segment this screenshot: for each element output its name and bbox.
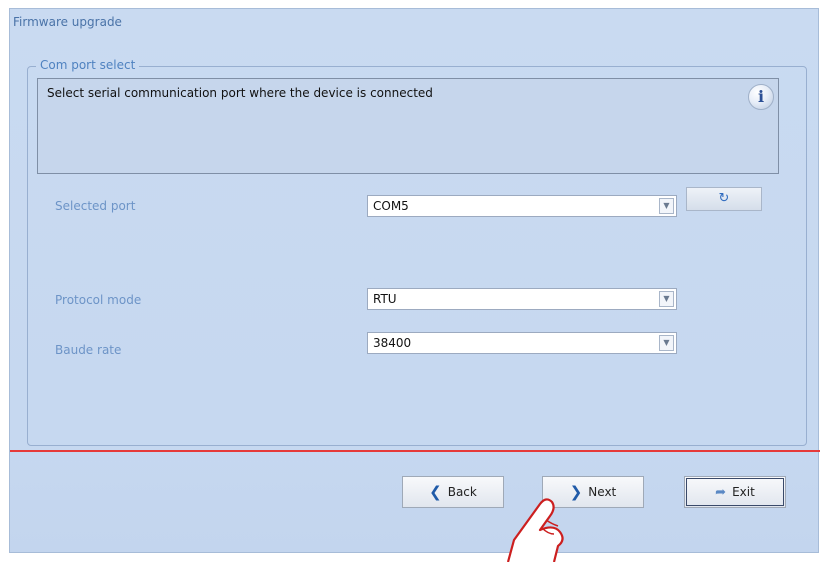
refresh-button[interactable]: ↻ bbox=[686, 187, 762, 211]
protocol-mode-label: Protocol mode bbox=[55, 293, 142, 307]
chevron-down-icon[interactable]: ▼ bbox=[659, 291, 674, 307]
exit-icon: ➦ bbox=[715, 484, 727, 500]
info-icon: i bbox=[748, 84, 774, 110]
baud-rate-value: 38400 bbox=[373, 336, 412, 350]
refresh-icon: ↻ bbox=[718, 191, 730, 206]
pointing-hand-icon bbox=[506, 498, 564, 562]
chevron-left-icon: ❮ bbox=[429, 482, 442, 501]
protocol-mode-value: RTU bbox=[373, 292, 397, 306]
info-text: Select serial communication port where t… bbox=[47, 86, 433, 100]
red-separator bbox=[10, 450, 820, 452]
selected-port-label: Selected port bbox=[55, 199, 136, 213]
window-title: Firmware upgrade bbox=[13, 15, 122, 29]
exit-button[interactable]: ➦ Exit bbox=[684, 476, 786, 508]
selected-port-combo[interactable]: COM5 ▼ bbox=[367, 195, 677, 217]
group-legend: Com port select bbox=[36, 58, 140, 72]
info-box: Select serial communication port where t… bbox=[37, 78, 779, 174]
selected-port-value: COM5 bbox=[373, 199, 409, 213]
chevron-down-icon[interactable]: ▼ bbox=[659, 198, 674, 214]
exit-label: Exit bbox=[732, 485, 755, 499]
back-label: Back bbox=[447, 485, 477, 499]
protocol-mode-combo[interactable]: RTU ▼ bbox=[367, 288, 677, 310]
baud-rate-combo[interactable]: 38400 ▼ bbox=[367, 332, 677, 354]
back-button[interactable]: ❮ Back bbox=[402, 476, 504, 508]
baud-rate-label: Baude rate bbox=[55, 343, 122, 357]
chevron-down-icon[interactable]: ▼ bbox=[659, 335, 674, 351]
next-label: Next bbox=[588, 485, 617, 499]
